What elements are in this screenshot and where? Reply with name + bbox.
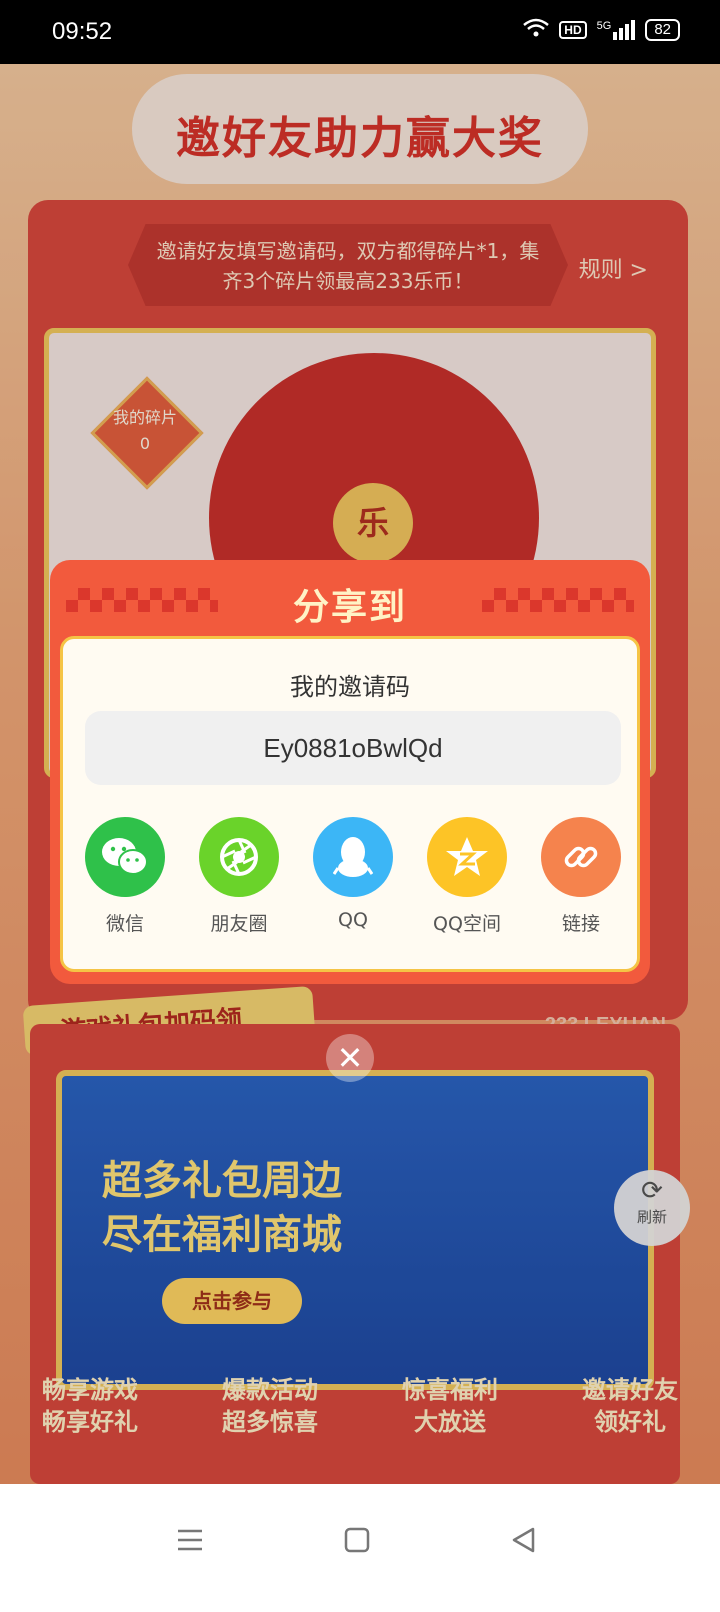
wifi-icon <box>523 18 550 41</box>
share-moments-button[interactable]: 朋友圈 <box>189 817 289 936</box>
wechat-icon <box>85 817 165 897</box>
hd-badge: HD <box>559 20 587 39</box>
share-modal: 分享到 我的邀请码 Ey0881oBwlQd 微信 朋友圈 QQ QQ空间 链接 <box>50 560 650 984</box>
home-nav-button[interactable] <box>327 1510 387 1570</box>
signal-label: 5G <box>596 19 612 32</box>
signal-icon: 5G <box>596 19 636 40</box>
battery-indicator: 82 <box>645 18 680 41</box>
modal-title: 分享到 <box>292 586 407 628</box>
menu-nav-button[interactable] <box>160 1510 220 1570</box>
home-icon <box>344 1527 370 1553</box>
share-qzone-button[interactable]: QQ空间 <box>417 817 517 936</box>
modal-body: 我的邀请码 Ey0881oBwlQd 微信 朋友圈 QQ QQ空间 链接 <box>60 636 640 972</box>
invite-code-label: 我的邀请码 <box>290 673 410 701</box>
qzone-icon <box>427 817 507 897</box>
share-label: QQ空间 <box>433 913 501 935</box>
system-nav-bar <box>0 1484 720 1612</box>
share-options: 微信 朋友圈 QQ QQ空间 链接 <box>75 817 631 936</box>
share-label: QQ <box>338 909 368 931</box>
status-icons: HD 5G 82 <box>523 18 680 41</box>
menu-icon <box>178 1529 202 1551</box>
back-icon <box>512 1527 535 1553</box>
share-label: 微信 <box>105 913 144 935</box>
back-nav-button[interactable] <box>494 1510 554 1570</box>
share-label: 链接 <box>561 913 600 935</box>
share-qq-button[interactable]: QQ <box>303 817 403 936</box>
share-wechat-button[interactable]: 微信 <box>75 817 175 936</box>
share-link-button[interactable]: 链接 <box>531 817 631 936</box>
invite-code-field[interactable]: Ey0881oBwlQd <box>85 711 621 785</box>
close-modal-button[interactable]: ✕ <box>326 1034 374 1082</box>
link-icon <box>541 817 621 897</box>
qq-icon <box>313 817 393 897</box>
moments-icon <box>199 817 279 897</box>
status-bar: 09:52 HD 5G 82 <box>0 0 720 64</box>
status-time: 09:52 <box>52 18 113 45</box>
share-label: 朋友圈 <box>210 913 268 935</box>
